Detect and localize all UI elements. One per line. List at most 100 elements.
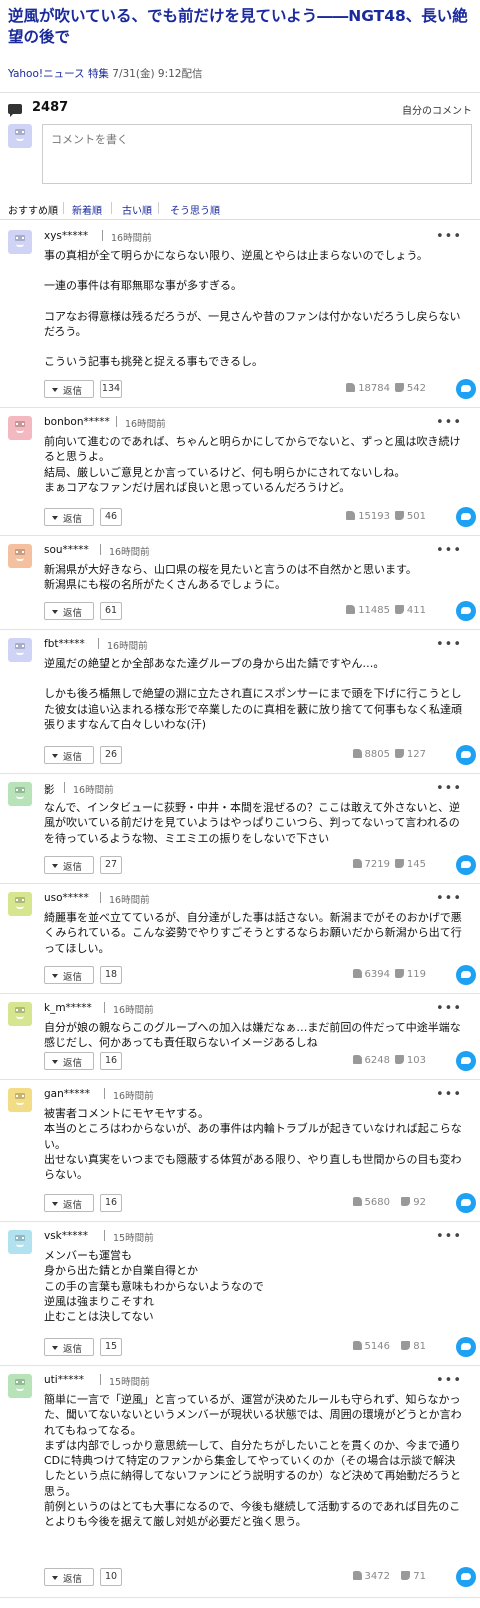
comment-body: 逆風だの絶望とか全部あなた達グループの身から出た錆ですやん…。 しかも後ろ楯無しで… [44, 656, 464, 732]
comment-username[interactable]: fbt***** [44, 638, 85, 650]
reply-label: 返信 [63, 862, 83, 873]
more-options-icon[interactable]: ••• [436, 1373, 462, 1388]
disagree-button[interactable]: 103 [394, 1055, 426, 1066]
user-avatar [8, 124, 32, 148]
reply-count[interactable]: 61 [100, 602, 122, 620]
avatar[interactable] [8, 782, 32, 806]
comment-username[interactable]: uti***** [44, 1374, 84, 1386]
agree-button[interactable]: 5146 [352, 1341, 390, 1352]
twitter-share-icon[interactable] [456, 507, 476, 527]
twitter-share-icon[interactable] [456, 1337, 476, 1357]
avatar[interactable] [8, 230, 32, 254]
reply-button[interactable]: 返信 [44, 508, 94, 526]
twitter-share-icon[interactable] [456, 601, 476, 621]
comment-username[interactable]: sou***** [44, 544, 89, 556]
more-options-icon[interactable]: ••• [436, 543, 462, 558]
agree-button[interactable]: 15193 [346, 511, 390, 522]
reply-count[interactable]: 16 [100, 1052, 122, 1070]
agree-button[interactable]: 5680 [352, 1197, 390, 1208]
reply-button[interactable]: 返信 [44, 746, 94, 764]
comment-username[interactable]: bonbon***** [44, 416, 110, 428]
twitter-share-icon[interactable] [456, 1567, 476, 1587]
reply-button[interactable]: 返信 [44, 966, 94, 984]
sort-recommended[interactable]: おすすめ順 [8, 202, 58, 217]
reply-count[interactable]: 27 [100, 856, 122, 874]
comment-input[interactable] [42, 124, 472, 184]
twitter-share-icon[interactable] [456, 1051, 476, 1071]
comment-time: 16時間前 [113, 1005, 154, 1016]
reply-button[interactable]: 返信 [44, 1338, 94, 1356]
reply-button[interactable]: 返信 [44, 380, 94, 398]
more-options-icon[interactable]: ••• [436, 1087, 462, 1102]
disagree-button[interactable]: 71 [401, 1571, 426, 1582]
more-options-icon[interactable]: ••• [436, 891, 462, 906]
comment-line: 逆風だの絶望とか全部あなた達グループの身から出た錆ですやん…。 [44, 657, 385, 670]
reply-count[interactable]: 134 [100, 380, 122, 398]
agree-button[interactable]: 3472 [352, 1571, 390, 1582]
reply-count[interactable]: 26 [100, 746, 122, 764]
agree-button[interactable]: 6248 [352, 1055, 390, 1066]
twitter-share-icon[interactable] [456, 1193, 476, 1213]
reply-count[interactable]: 18 [100, 966, 122, 984]
twitter-share-icon[interactable] [456, 855, 476, 875]
disagree-button[interactable]: 92 [401, 1197, 426, 1208]
comment-time: 16時間前 [107, 641, 148, 652]
disagree-button[interactable]: 501 [394, 511, 426, 522]
more-options-icon[interactable]: ••• [436, 637, 462, 652]
avatar[interactable] [8, 544, 32, 568]
avatar[interactable] [8, 1002, 32, 1026]
avatar[interactable] [8, 1374, 32, 1398]
reply-button[interactable]: 返信 [44, 856, 94, 874]
comment-username[interactable]: 影 [44, 782, 55, 797]
reply-count[interactable]: 16 [100, 1194, 122, 1212]
disagree-button[interactable]: 81 [401, 1341, 426, 1352]
more-options-icon[interactable]: ••• [436, 781, 462, 796]
twitter-share-icon[interactable] [456, 745, 476, 765]
reply-count[interactable]: 46 [100, 508, 122, 526]
article-title[interactable]: 逆風が吹いている、でも前だけを見ていよう――NGT48、長い絶望の後で [8, 6, 474, 48]
twitter-share-icon[interactable] [456, 379, 476, 399]
disagree-button[interactable]: 119 [394, 969, 426, 980]
avatar[interactable] [8, 638, 32, 662]
twitter-share-icon[interactable] [456, 965, 476, 985]
more-options-icon[interactable]: ••• [436, 1001, 462, 1016]
source-link[interactable]: Yahoo!ニュース [8, 68, 85, 80]
comment-line: 簡単に一言で「逆風」と言っているが、運営が決めたルールも守られず、知らなかった、… [44, 1393, 462, 1437]
agree-button[interactable]: 18784 [346, 383, 390, 394]
sort-oldest[interactable]: 古い順 [122, 202, 152, 217]
avatar[interactable] [8, 892, 32, 916]
reply-count[interactable]: 10 [100, 1568, 122, 1586]
sort-agree[interactable]: そう思う順 [170, 202, 220, 217]
avatar-eyes [16, 899, 24, 901]
agree-button[interactable]: 7219 [352, 859, 390, 870]
disagree-button[interactable]: 411 [394, 605, 426, 616]
agree-button[interactable]: 11485 [346, 605, 390, 616]
comment-username[interactable]: k_m***** [44, 1002, 92, 1014]
thumbs-down-icon [401, 1197, 411, 1206]
comment-username[interactable]: vsk***** [44, 1230, 88, 1242]
disagree-button[interactable]: 145 [394, 859, 426, 870]
disagree-button[interactable]: 127 [394, 749, 426, 760]
sort-newest[interactable]: 新着順 [72, 202, 102, 217]
avatar[interactable] [8, 416, 32, 440]
reply-button[interactable]: 返信 [44, 602, 94, 620]
category-link[interactable]: 特集 [88, 68, 109, 80]
comment-item: bonbon***** 16時間前 ••• 前向いて進むのであれば、ちゃんと明らかにし… [0, 408, 480, 536]
reply-button[interactable]: 返信 [44, 1194, 94, 1212]
agree-button[interactable]: 8805 [352, 749, 390, 760]
reply-count[interactable]: 15 [100, 1338, 122, 1356]
more-options-icon[interactable]: ••• [436, 415, 462, 430]
more-options-icon[interactable]: ••• [436, 229, 462, 244]
agree-button[interactable]: 6394 [352, 969, 390, 980]
comment-username[interactable]: gan***** [44, 1088, 90, 1100]
comment-body: 自分が娘の親ならこのグループへの加入は嫌だなぁ…まだ前回の件だって中途半端な感じ… [44, 1020, 464, 1051]
more-options-icon[interactable]: ••• [436, 1229, 462, 1244]
reply-button[interactable]: 返信 [44, 1568, 94, 1586]
comment-username[interactable]: xys***** [44, 230, 88, 242]
avatar[interactable] [8, 1230, 32, 1254]
disagree-button[interactable]: 542 [394, 383, 426, 394]
avatar[interactable] [8, 1088, 32, 1112]
my-comments-link[interactable]: 自分のコメント [402, 102, 472, 117]
reply-button[interactable]: 返信 [44, 1052, 94, 1070]
comment-username[interactable]: uso***** [44, 892, 89, 904]
